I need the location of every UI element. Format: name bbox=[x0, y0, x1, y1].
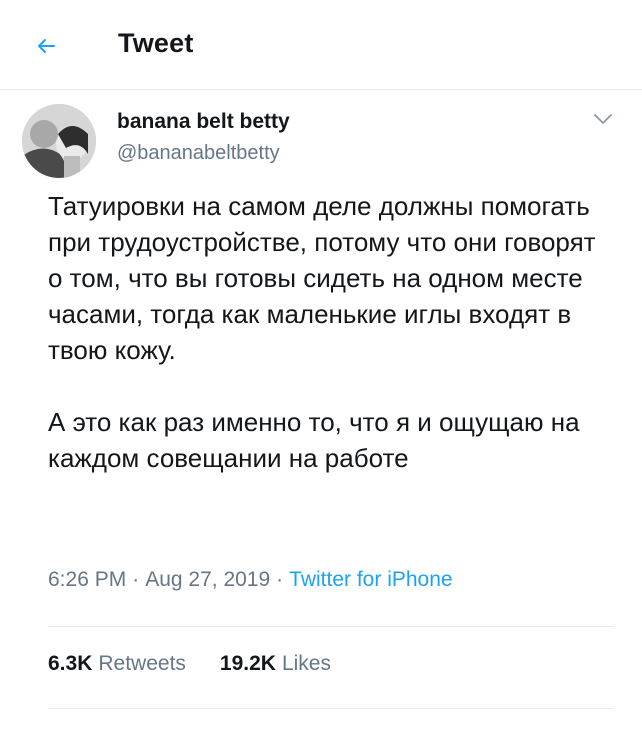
tweet-source-link[interactable]: Twitter for iPhone bbox=[289, 568, 452, 591]
header-bar: Tweet bbox=[0, 0, 642, 90]
tweet-time[interactable]: 6:26 PM bbox=[48, 568, 126, 591]
avatar[interactable] bbox=[22, 104, 96, 178]
meta-separator: · bbox=[276, 568, 284, 591]
avatar-image bbox=[22, 104, 96, 178]
chevron-down-icon bbox=[594, 114, 612, 124]
engagement-stats: 6.3K Retweets 19.2K Likes bbox=[48, 652, 331, 676]
tweet-text: Татуировки на самом деле должны помогать… bbox=[48, 188, 608, 476]
back-button[interactable] bbox=[26, 26, 66, 66]
more-options-button[interactable] bbox=[590, 108, 616, 130]
tweet-metadata: 6:26 PM · Aug 27, 2019 · Twitter for iPhone bbox=[48, 568, 453, 592]
tweet-text-paragraph: А это как раз именно то, что я и ощущаю … bbox=[48, 407, 580, 473]
retweets-stat[interactable]: 6.3K Retweets bbox=[48, 652, 186, 676]
author-display-name[interactable]: banana belt betty bbox=[117, 110, 290, 134]
arrow-left-icon bbox=[38, 39, 55, 53]
divider bbox=[48, 626, 614, 627]
likes-label: Likes bbox=[281, 652, 331, 675]
page-title: Tweet bbox=[118, 28, 194, 58]
tweet-text-paragraph: Татуировки на самом деле должны помогать… bbox=[48, 191, 596, 365]
author-handle[interactable]: @bananabeltbetty bbox=[117, 142, 280, 165]
likes-count: 19.2K bbox=[219, 652, 276, 675]
likes-stat[interactable]: 19.2K Likes bbox=[220, 652, 331, 676]
retweets-label: Retweets bbox=[98, 652, 186, 675]
retweets-count: 6.3K bbox=[48, 652, 93, 675]
meta-separator: · bbox=[132, 568, 140, 591]
tweet-date[interactable]: Aug 27, 2019 bbox=[145, 568, 270, 591]
divider bbox=[48, 708, 614, 709]
